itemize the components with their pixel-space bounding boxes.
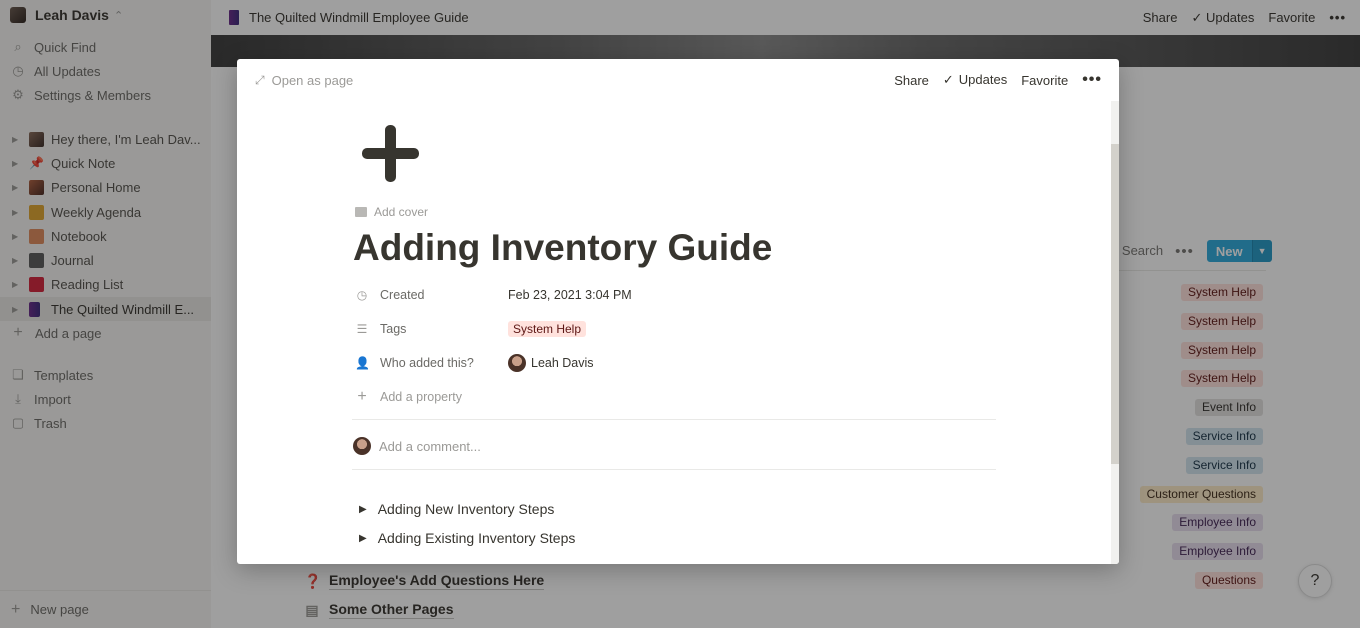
tag-badge: System Help (508, 321, 587, 337)
toggle-label: Adding Existing Inventory Steps (377, 530, 576, 546)
property-value: Feb 23, 2021 3:04 PM (508, 288, 632, 302)
page-peek-modal: ⤢ Open as page Share ✓ Updates Favorite •… (237, 59, 1119, 564)
favorite-button[interactable]: Favorite (1021, 73, 1068, 88)
updates-button[interactable]: ✓ Updates (943, 72, 1007, 88)
share-button[interactable]: Share (894, 73, 929, 88)
comment-input[interactable]: Add a comment... (353, 437, 481, 455)
person-name: Leah Davis (531, 356, 594, 370)
toggle-triangle-icon[interactable]: ▶ (359, 504, 367, 515)
property-value[interactable]: System Help (508, 321, 587, 337)
clock-icon: ◷ (356, 288, 368, 302)
divider (352, 469, 996, 470)
property-row-tags: ☰ Tags System Help (355, 319, 587, 339)
add-property-label: Add a property (380, 390, 462, 404)
comment-placeholder: Add a comment... (379, 438, 481, 454)
property-row-person: 👤 Who added this? Leah Davis (355, 353, 594, 373)
property-name[interactable]: Who added this? (380, 356, 508, 370)
image-icon (355, 207, 367, 217)
more-options-icon[interactable]: ••• (1082, 71, 1102, 89)
open-as-page-label: Open as page (271, 72, 354, 88)
check-icon: ✓ (942, 72, 954, 87)
divider (352, 419, 996, 420)
scrollbar-thumb[interactable] (1111, 144, 1119, 464)
expand-icon: ⤢ (255, 72, 265, 87)
list-icon: ☰ (356, 322, 368, 336)
updates-label: Updates (958, 72, 1008, 87)
toggle-block[interactable]: ▶ Adding Existing Inventory Steps (359, 530, 575, 546)
property-value[interactable]: Leah Davis (508, 354, 594, 372)
plus-icon[interactable] (352, 115, 424, 187)
toggle-block[interactable]: ▶ Adding New Inventory Steps (359, 501, 554, 517)
property-row-created: ◷ Created Feb 23, 2021 3:04 PM (355, 285, 632, 305)
add-property-button[interactable]: + Add a property (355, 387, 462, 407)
avatar (508, 354, 526, 372)
scrollbar[interactable] (1111, 101, 1119, 564)
toggle-label: Adding New Inventory Steps (377, 501, 555, 517)
avatar (353, 437, 371, 455)
property-name[interactable]: Tags (380, 322, 508, 336)
page-title[interactable]: Adding Inventory Guide (353, 227, 772, 269)
person-icon: 👤 (355, 356, 370, 370)
toggle-triangle-icon[interactable]: ▶ (359, 533, 367, 544)
add-cover-button[interactable]: Add cover (355, 205, 428, 219)
open-as-page-button[interactable]: ⤢ Open as page (255, 73, 880, 88)
add-cover-label: Add cover (374, 205, 429, 219)
modal-topbar: ⤢ Open as page Share ✓ Updates Favorite •… (237, 59, 1119, 101)
property-name[interactable]: Created (380, 288, 508, 302)
plus-icon: + (357, 388, 367, 405)
